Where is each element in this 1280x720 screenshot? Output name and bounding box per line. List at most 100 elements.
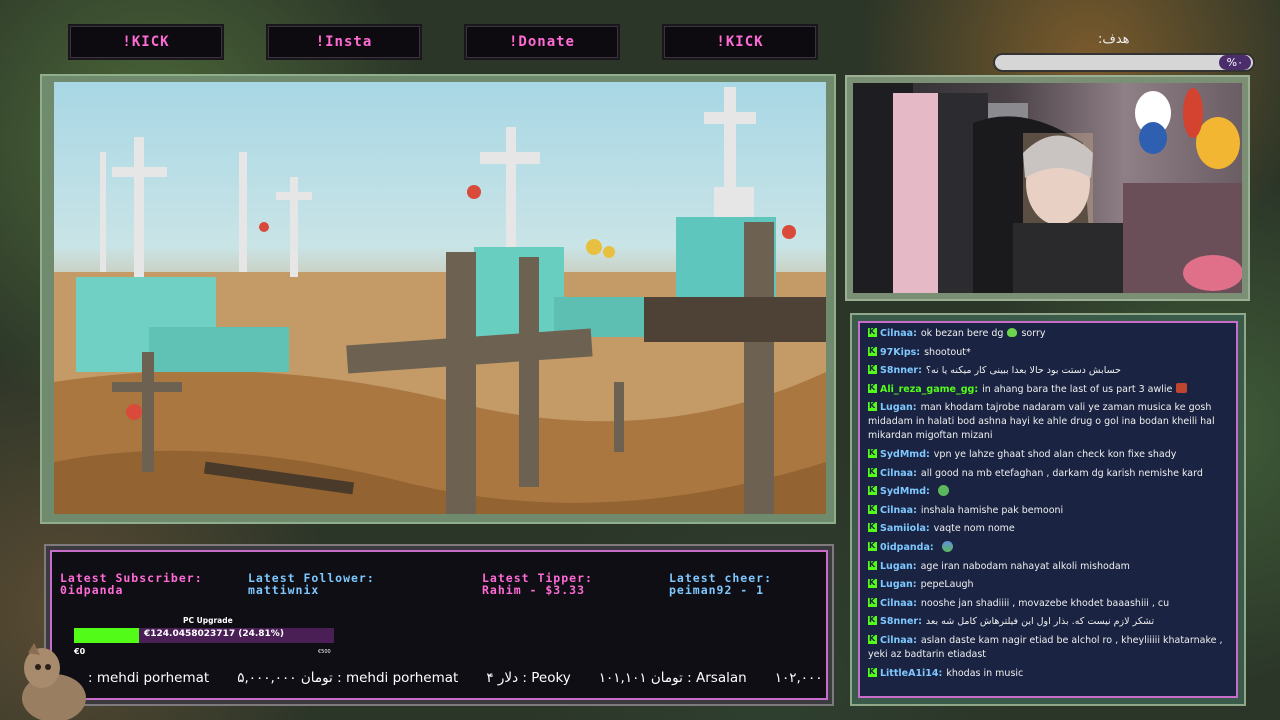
chat-message: Cilnaa:aslan daste kam nagir etiad be al…: [868, 632, 1228, 662]
ticker-item: ۱۰۱,۱۰۱ تومان : Arsalan: [598, 670, 747, 686]
kick-badge-icon: [868, 539, 877, 553]
latest-subscriber: Latest Subscriber: 0idpanda: [60, 572, 203, 596]
ticker-item: ۱۰۲,۰۰۰ تومان: [774, 670, 826, 686]
kick-badge-icon: [868, 399, 877, 413]
kick-badge-icon: [868, 344, 877, 358]
pc-upgrade-value: €124.0458023717 (24.81%): [144, 629, 284, 639]
chat-message: Ali_reza_game_gg: in ahang bara the last …: [868, 381, 1228, 397]
ticker-item: : mehdi porhemat: [88, 670, 210, 686]
chat-frame: Cilnaa:ok bezan bere dgsorry 97Kips: shoot…: [850, 313, 1246, 706]
chat-username[interactable]: Cilnaa:: [880, 635, 917, 646]
main-video[interactable]: [54, 82, 826, 514]
pc-upgrade-title: PC Upgrade: [183, 616, 233, 625]
chat-text: shootout*: [924, 346, 971, 358]
kick-badge-icon: [868, 558, 877, 572]
chat-username[interactable]: SydMmd:: [880, 486, 930, 497]
pc-upgrade-bar: €124.0458023717 (24.81%): [74, 628, 334, 643]
chat-text: khodas in music: [946, 667, 1024, 679]
chat-username[interactable]: Cilnaa:: [880, 328, 917, 339]
chat-username[interactable]: Cilnaa:: [880, 468, 917, 479]
chat-message: 0idpanda:: [868, 539, 1228, 555]
chat-message: SydMmd:: [868, 483, 1228, 499]
chat-message: Cilnaa:nooshe jan shadiiii , movazebe kh…: [868, 595, 1228, 611]
stats-panel-frame: Latest Subscriber: 0idpanda Latest Follo…: [44, 544, 834, 706]
kick-button[interactable]: !KICK: [70, 26, 222, 58]
kick-badge-icon: [868, 465, 877, 479]
ticker-item: ۴ دلار : Peoky: [486, 670, 571, 686]
emote-icon: [937, 485, 949, 497]
kick-badge-icon: [868, 483, 877, 497]
emote-icon: [941, 540, 953, 552]
kick-badge-icon: [868, 520, 877, 534]
kick-badge-icon: [868, 325, 877, 339]
kick-badge-icon: [868, 502, 877, 516]
pc-upgrade-fill: [74, 628, 139, 643]
chat-message: S8nner:حسابش دستت بود حالا بعدا ببینی کا…: [868, 362, 1228, 378]
chat-message: Lugan:man khodam tajrobe nadaram vali ye…: [868, 399, 1228, 443]
pc-upgrade-max: €500: [318, 649, 331, 655]
emote-icon: [1176, 382, 1188, 393]
chat-text: all good na mb etefaghan , darkam dg kar…: [920, 467, 1203, 479]
chat-text: aslan daste kam nagir etiad be alchol ro…: [868, 634, 1223, 660]
chat-message: Lugan:age iran nabodam nahayat alkoli mi…: [868, 558, 1228, 574]
emote-icon: [1007, 328, 1018, 337]
goal-progress-bar: %۰: [993, 53, 1255, 72]
donation-ticker: : mehdi porhemat ۵,۰۰۰,۰۰۰ تومان : mehdi …: [52, 664, 826, 694]
chat-username[interactable]: 97Kips:: [880, 347, 920, 358]
cat-decoration-icon: [22, 643, 86, 720]
chat-message: S8nner:تشکر لازم نیست که. بذار اول این ف…: [868, 613, 1228, 629]
chat-username[interactable]: LittleA1i14:: [880, 668, 942, 679]
chat-message: Samiiola:vaqte nom nome: [868, 520, 1228, 536]
latest-tipper-value: Rahim - $3.33: [482, 583, 586, 597]
stats-panel: Latest Subscriber: 0idpanda Latest Follo…: [50, 550, 828, 700]
chat-username[interactable]: 0idpanda:: [880, 542, 934, 553]
chat-username[interactable]: Lugan:: [880, 579, 917, 590]
chat-username[interactable]: Cilnaa:: [880, 505, 917, 516]
goal-label: هدف:: [1098, 32, 1130, 47]
chat-username[interactable]: Lugan:: [880, 561, 917, 572]
kick-badge-icon: [868, 381, 877, 395]
chat-message: Cilnaa:all good na mb etefaghan , darkam…: [868, 465, 1228, 481]
chat-username[interactable]: S8nner:: [880, 365, 922, 376]
kick-badge-icon: [868, 632, 877, 646]
chat-text: حسابش دستت بود حالا بعدا ببینی کار میکنه…: [925, 365, 1121, 377]
chat-text: man khodam tajrobe nadaram vali ye zaman…: [868, 402, 1215, 442]
chat-username[interactable]: SydMmd:: [880, 449, 930, 460]
cemetery-scene-image: [54, 87, 826, 514]
ticker-item: ۵,۰۰۰,۰۰۰ تومان : mehdi porhemat: [237, 670, 459, 686]
latest-follower-value: mattiwnix: [248, 583, 320, 597]
kick-badge-icon: [868, 665, 877, 679]
chat-text: inshala hamishe pak bemooni: [920, 504, 1064, 516]
donate-button[interactable]: !Donate: [466, 26, 618, 58]
latest-tipper: Latest Tipper: Rahim - $3.33: [482, 572, 593, 596]
chat-username[interactable]: Cilnaa:: [880, 598, 917, 609]
chat-text: age iran nabodam nahayat alkoli mishodam: [920, 560, 1130, 572]
chat-text: pepeLaugh: [920, 579, 974, 591]
chat-list[interactable]: Cilnaa:ok bezan bere dgsorry 97Kips: shoot…: [858, 321, 1238, 698]
chat-message: SydMmd:vpn ye lahze ghaat shod alan chec…: [868, 446, 1228, 462]
kick-badge-icon: [868, 446, 877, 460]
chat-text: nooshe jan shadiiii , movazebe khodet ba…: [920, 597, 1170, 609]
chat-text: in ahang bara the last of us part 3 awli…: [982, 383, 1173, 395]
webcam-frame: [845, 75, 1250, 301]
chat-message: Cilnaa:ok bezan bere dg sorry: [868, 325, 1228, 341]
kick-badge-icon: [868, 613, 877, 627]
latest-subscriber-value: 0idpanda: [60, 583, 124, 597]
webcam-video: [853, 83, 1242, 293]
latest-follower: Latest Follower: mattiwnix: [248, 572, 375, 596]
chat-username[interactable]: Lugan:: [880, 402, 917, 413]
streamer-camera-image: [853, 83, 1242, 293]
chat-username[interactable]: S8nner:: [880, 616, 922, 627]
chat-message: Cilnaa:inshala hamishe pak bemooni: [868, 502, 1228, 518]
latest-cheer-value: peiman92 - 1: [669, 583, 765, 597]
chat-text: vpn ye lahze ghaat shod alan check kon f…: [933, 448, 1177, 460]
kick-badge-icon: [868, 576, 877, 590]
insta-button[interactable]: !Insta: [268, 26, 420, 58]
chat-username[interactable]: Ali_reza_game_gg:: [880, 384, 978, 395]
chat-text-after: sorry: [1021, 328, 1046, 339]
chat-username[interactable]: Samiiola:: [880, 523, 930, 534]
chat-text: تشکر لازم نیست که. بذار اول این فیلترهاش…: [925, 616, 1155, 628]
kick-button-secondary[interactable]: !KICK: [664, 26, 816, 58]
latest-cheer: Latest cheer: peiman92 - 1: [669, 572, 772, 596]
main-video-frame: [40, 74, 836, 524]
